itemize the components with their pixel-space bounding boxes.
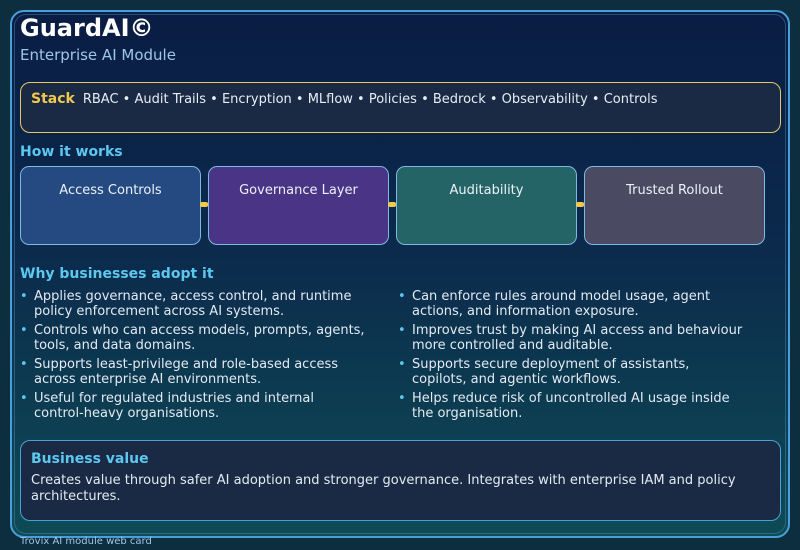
benefits-left-list: • Applies governance, access control, and… (20, 289, 365, 425)
business-value-panel: Business value Creates value through saf… (20, 440, 781, 521)
benefit-text: Improves trust by making AI access and b… (412, 323, 743, 353)
stack-items: RBAC • Audit Trails • Encryption • MLflo… (82, 92, 658, 107)
benefit-text: Supports least-privilege and role-based … (34, 357, 339, 387)
step-auditability: Auditability (396, 166, 577, 245)
benefit-text: Can enforce rules around model usage, ag… (412, 289, 711, 319)
bullet-icon: • (398, 391, 406, 406)
stack-label: Stack (31, 91, 75, 107)
step-governance-layer: Governance Layer (208, 166, 389, 245)
module-subtitle: Enterprise AI Module (20, 46, 176, 64)
benefit-item: • Supports least-privilege and role-based… (20, 357, 365, 387)
benefit-text: Useful for regulated industries and inte… (34, 391, 315, 421)
benefit-item: • Useful for regulated industries and int… (20, 391, 365, 421)
benefit-text: Controls who can access models, prompts,… (34, 323, 365, 353)
benefit-item: • Applies governance, access control, and… (20, 289, 365, 319)
step-access-controls: Access Controls (20, 166, 201, 245)
business-value-title: Business value (31, 451, 149, 467)
step-trusted-rollout: Trusted Rollout (584, 166, 765, 245)
benefit-text: Helps reduce risk of uncontrolled AI usa… (412, 391, 730, 421)
bullet-icon: • (20, 323, 28, 338)
flow-connector (576, 202, 584, 207)
benefits-right-list: • Can enforce rules around model usage, a… (398, 289, 743, 425)
benefit-item: • Can enforce rules around model usage, a… (398, 289, 743, 319)
benefit-text: Supports secure deployment of assistants… (412, 357, 690, 387)
business-value-text: Creates value through safer AI adoption … (31, 473, 736, 504)
flow-connector (200, 202, 208, 207)
benefit-text: Applies governance, access control, and … (34, 289, 352, 319)
bullet-icon: • (20, 357, 28, 372)
footer-caption: Trovix AI module web card (20, 536, 152, 547)
how-it-works-heading: How it works (20, 144, 123, 160)
bullet-icon: • (20, 391, 28, 406)
bullet-icon: • (20, 289, 28, 304)
stack-panel: Stack RBAC • Audit Trails • Encryption • … (20, 82, 781, 133)
benefit-item: • Improves trust by making AI access and … (398, 323, 743, 353)
bullet-icon: • (398, 323, 406, 338)
benefit-item: • Helps reduce risk of uncontrolled AI us… (398, 391, 743, 421)
bullet-icon: • (398, 289, 406, 304)
why-heading: Why businesses adopt it (20, 266, 214, 282)
module-title: GuardAI© (20, 14, 154, 42)
bullet-icon: • (398, 357, 406, 372)
benefit-item: • Supports secure deployment of assistant… (398, 357, 743, 387)
flow-connector (388, 202, 396, 207)
benefit-item: • Controls who can access models, prompts… (20, 323, 365, 353)
